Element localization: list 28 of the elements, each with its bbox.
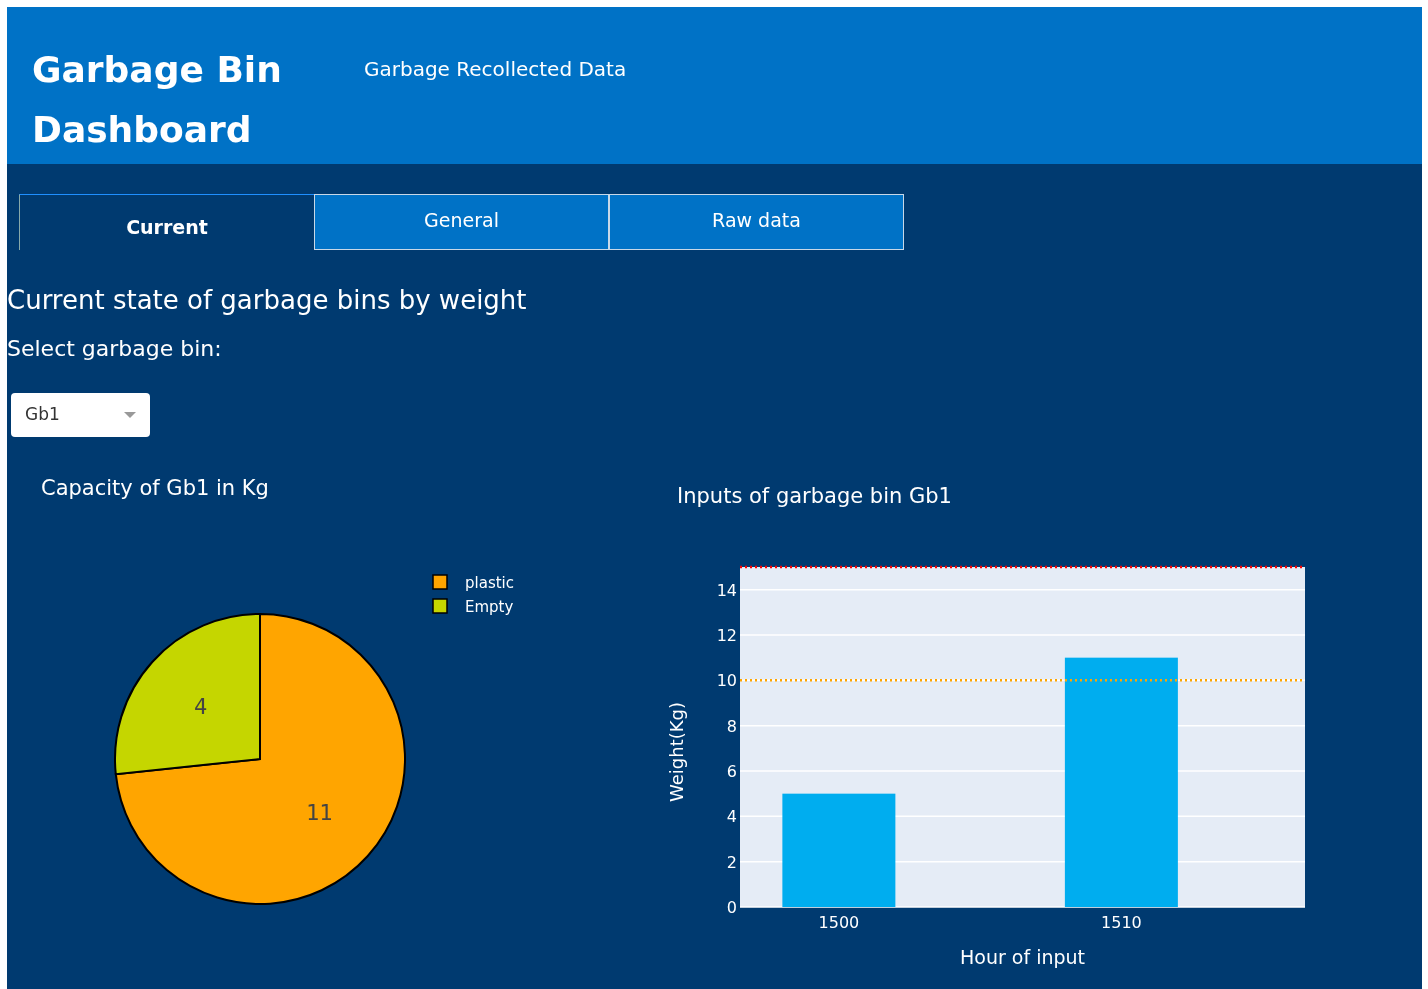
x-tick-label: 1500 <box>818 913 860 932</box>
legend-label: plastic <box>465 574 514 592</box>
y-axis-title: Weight(Kg) <box>666 702 687 802</box>
y-tick-label: 8 <box>726 716 737 736</box>
x-axis-title: Hour of input <box>960 946 1085 968</box>
chart-title: Capacity of Gb1 in Kg <box>41 475 269 502</box>
tab[interactable]: General <box>314 194 609 250</box>
y-tick-label: 12 <box>716 626 737 645</box>
header-subtitle: Garbage Recollected Data <box>364 56 627 83</box>
y-tick-label: 0 <box>726 898 737 917</box>
section-heading: Current state of garbage bins by weight <box>7 284 528 317</box>
bin-dropdown[interactable]: Gb1 <box>11 393 150 437</box>
y-tick-label: 10 <box>716 671 737 691</box>
x-tick-label: 1510 <box>1101 913 1142 932</box>
legend-swatch <box>432 574 448 590</box>
y-tick-label: 6 <box>726 762 737 781</box>
y-tick-label: 14 <box>716 580 737 600</box>
chart-title: Inputs of garbage bin Gb1 <box>677 483 952 510</box>
select-label: Select garbage bin: <box>7 335 223 363</box>
slice-label: 11 <box>306 800 333 826</box>
caret-icon <box>124 412 136 418</box>
tab[interactable]: Raw data <box>609 194 904 250</box>
y-tick-label: 2 <box>726 852 737 872</box>
legend-label: Empty <box>465 598 514 616</box>
dashboard-title: Garbage Bin Dashboard <box>31 48 283 152</box>
y-tick-label: 4 <box>726 807 737 827</box>
slice-label: 4 <box>194 693 208 719</box>
legend-swatch <box>432 598 448 614</box>
